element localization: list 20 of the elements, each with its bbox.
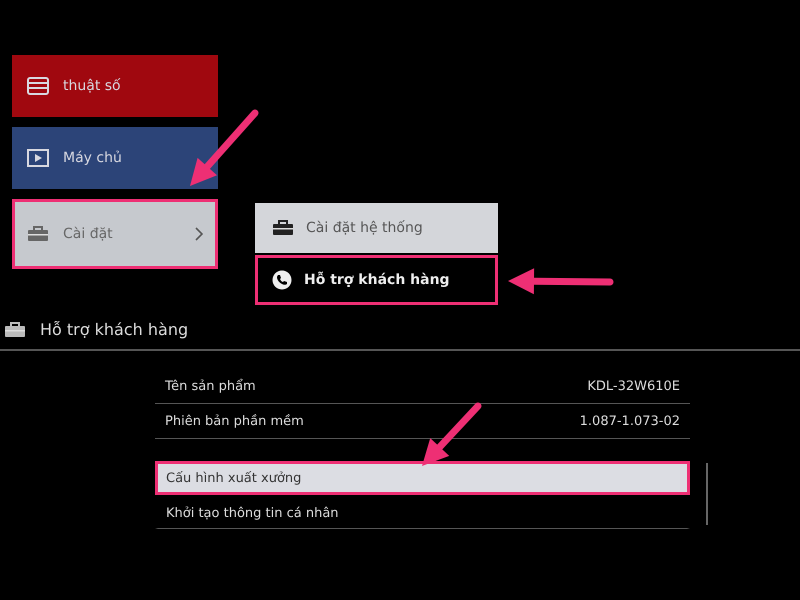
toolbox-icon — [4, 322, 26, 338]
scrollbar — [706, 463, 708, 525]
menu-option[interactable]: Khởi tạo thông tin cá nhân — [155, 495, 690, 529]
play-screen-icon — [27, 149, 49, 167]
list-icon — [27, 77, 49, 95]
menu-tile[interactable]: Cài đặt — [12, 199, 218, 269]
info-label: Phiên bản phần mềm — [165, 414, 304, 428]
info-value: 1.087-1.073-02 — [580, 414, 680, 428]
menu-tile[interactable]: thuật số — [12, 55, 218, 117]
annotation-arrow — [422, 402, 482, 466]
phone-icon — [272, 270, 292, 290]
toolbox-icon — [27, 226, 49, 242]
menu-tile[interactable]: Máy chủ — [12, 127, 218, 189]
menu-option[interactable]: Cấu hình xuất xưởng — [155, 461, 690, 495]
panel-title: Hỗ trợ khách hàng — [40, 320, 188, 339]
submenu-item[interactable]: Cài đặt hệ thống — [255, 203, 498, 253]
info-label: Tên sản phẩm — [165, 378, 256, 394]
info-value: KDL-32W610E — [587, 378, 680, 394]
submenu-item[interactable]: Hỗ trợ khách hàng — [255, 255, 498, 305]
toolbox-icon — [272, 220, 294, 236]
